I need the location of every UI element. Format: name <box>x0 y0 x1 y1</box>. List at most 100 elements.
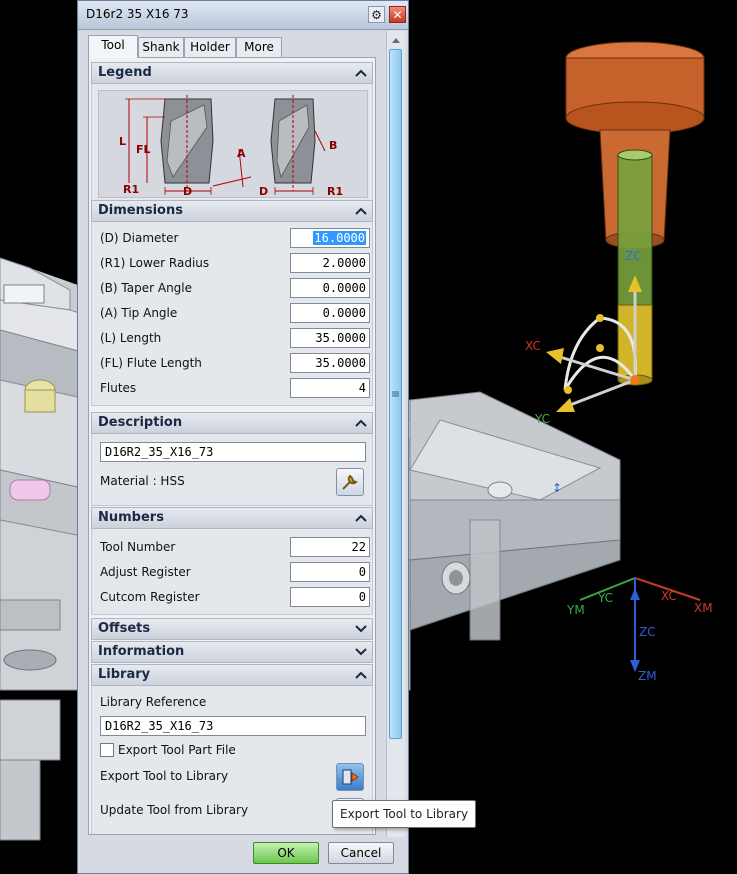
diameter-label: (D) Diameter <box>100 231 179 245</box>
dimensions-header-label: Dimensions <box>98 203 183 218</box>
ok-button[interactable]: OK <box>253 842 319 864</box>
length-row: (L) Length 35.0000 <box>100 328 370 350</box>
flute-length-row: (FL) Flute Length 35.0000 <box>100 353 370 375</box>
offsets-header[interactable]: Offsets <box>91 618 373 640</box>
description-input[interactable]: D16R2_35_X16_73 <box>100 442 366 462</box>
legend-A: A <box>237 147 246 160</box>
close-icon[interactable]: ✕ <box>389 6 406 23</box>
chevron-up-icon[interactable] <box>352 666 370 684</box>
cutcom-register-label: Cutcom Register <box>100 590 200 604</box>
chevron-down-icon[interactable] <box>352 620 370 638</box>
adjust-register-label: Adjust Register <box>100 565 191 579</box>
legend-B: B <box>329 139 337 152</box>
panel-scrollbar[interactable] <box>386 31 405 837</box>
material-wrench-button[interactable] <box>336 468 364 496</box>
chevron-up-icon[interactable] <box>352 202 370 220</box>
scroll-thumb[interactable] <box>389 49 402 739</box>
library-body: Library Reference D16R2_35_X16_73 Export… <box>91 686 373 834</box>
world-xm-label: XM <box>694 601 713 615</box>
adjust-register-input[interactable]: 0 <box>290 562 370 582</box>
flute-length-input[interactable]: 35.0000 <box>290 353 370 373</box>
legend-header[interactable]: Legend <box>91 62 373 84</box>
flute-length-label: (FL) Flute Length <box>100 356 202 370</box>
information-header[interactable]: Information <box>91 641 373 663</box>
export-part-file-checkbox[interactable] <box>100 743 114 757</box>
scroll-up-icon[interactable] <box>387 33 405 47</box>
world-csys-triad: YM YC XC XM ZC ZM <box>566 577 713 683</box>
export-tool-label: Export Tool to Library <box>100 769 229 783</box>
tool-legend-diagram: L FL R1 D A B D R1 <box>98 90 368 198</box>
chevron-up-icon[interactable] <box>352 509 370 527</box>
legend-body: L FL R1 D A B D R1 <box>91 84 373 202</box>
description-header-label: Description <box>98 415 183 430</box>
material-label: Material : HSS <box>100 474 185 488</box>
tab-shank[interactable]: Shank <box>138 37 184 57</box>
flutes-label: Flutes <box>100 381 137 395</box>
tool-tab-panel: Legend L FL R1 D A B D R1 Dimensions (D)… <box>88 57 376 835</box>
library-reference-input[interactable]: D16R2_35_X16_73 <box>100 716 366 736</box>
length-label: (L) Length <box>100 331 162 345</box>
tip-angle-input[interactable]: 0.0000 <box>290 303 370 323</box>
chevron-up-icon[interactable] <box>352 64 370 82</box>
taper-angle-row: (B) Taper Angle 0.0000 <box>100 278 370 300</box>
offsets-header-label: Offsets <box>98 621 151 636</box>
lower-radius-input[interactable]: 2.0000 <box>290 253 370 273</box>
chevron-down-icon[interactable] <box>352 643 370 661</box>
export-part-file-label: Export Tool Part File <box>118 743 236 757</box>
tab-tool[interactable]: Tool <box>88 35 138 58</box>
export-tool-tooltip: Export Tool to Library <box>332 800 476 828</box>
library-reference-label: Library Reference <box>100 695 207 709</box>
dialog-title: D16r2 35 X16 73 <box>86 7 189 21</box>
cutcom-register-row: Cutcom Register 0 <box>100 587 370 609</box>
grip-icon <box>392 391 399 397</box>
settings-gear-icon[interactable]: ⚙ <box>368 6 385 23</box>
tool-number-row: Tool Number 22 <box>100 537 370 559</box>
tab-more[interactable]: More <box>236 37 282 57</box>
description-body: D16R2_35_X16_73 Material : HSS <box>91 434 373 506</box>
tool-yc-label: YC <box>534 412 550 426</box>
dialog-footer: OK Cancel <box>78 837 408 873</box>
diameter-row: (D) Diameter 16.0000 <box>100 228 370 250</box>
tool-dialog: D16r2 35 X16 73 ⚙ ✕ Tool Shank Holder Mo… <box>77 0 409 874</box>
description-header[interactable]: Description <box>91 412 373 434</box>
dimensions-header[interactable]: Dimensions <box>91 200 373 222</box>
taper-angle-label: (B) Taper Angle <box>100 281 193 295</box>
numbers-header-label: Numbers <box>98 510 164 525</box>
legend-L: L <box>119 135 126 148</box>
length-input[interactable]: 35.0000 <box>290 328 370 348</box>
legend-header-label: Legend <box>98 65 152 80</box>
world-zc-label: ZC <box>639 625 656 639</box>
export-tool-to-library-button[interactable] <box>336 763 364 791</box>
update-tool-label: Update Tool from Library <box>100 803 249 817</box>
dialog-titlebar[interactable]: D16r2 35 X16 73 ⚙ ✕ <box>78 1 408 30</box>
world-yc-label: YC <box>597 591 613 605</box>
library-header[interactable]: Library <box>91 664 373 686</box>
flutes-input[interactable]: 4 <box>290 378 370 398</box>
legend-D-right: D <box>259 185 268 198</box>
library-header-label: Library <box>98 667 151 682</box>
information-header-label: Information <box>98 644 185 659</box>
tool-number-input[interactable]: 22 <box>290 537 370 557</box>
diameter-input[interactable]: 16.0000 <box>290 228 370 248</box>
cutcom-register-input[interactable]: 0 <box>290 587 370 607</box>
cancel-button[interactable]: Cancel <box>328 842 394 864</box>
taper-angle-input[interactable]: 0.0000 <box>290 278 370 298</box>
tool-number-label: Tool Number <box>100 540 176 554</box>
legend-R1-right: R1 <box>327 185 343 198</box>
dimensions-body: (D) Diameter 16.0000 (R1) Lower Radius 2… <box>91 222 373 406</box>
export-part-file-row[interactable]: Export Tool Part File <box>100 740 370 762</box>
world-xc-label: XC <box>661 589 677 603</box>
lower-radius-label: (R1) Lower Radius <box>100 256 210 270</box>
tip-angle-row: (A) Tip Angle 0.0000 <box>100 303 370 325</box>
legend-D-left: D <box>183 185 192 198</box>
adjust-register-row: Adjust Register 0 <box>100 562 370 584</box>
tool-zc-label: ZC <box>625 249 642 263</box>
numbers-header[interactable]: Numbers <box>91 507 373 529</box>
tab-holder[interactable]: Holder <box>184 37 236 57</box>
export-library-icon <box>342 769 359 785</box>
chevron-up-icon[interactable] <box>352 414 370 432</box>
legend-FL: FL <box>136 143 151 156</box>
world-ym-label: YM <box>566 603 585 617</box>
lower-radius-row: (R1) Lower Radius 2.0000 <box>100 253 370 275</box>
svg-text:↕: ↕ <box>552 481 562 495</box>
